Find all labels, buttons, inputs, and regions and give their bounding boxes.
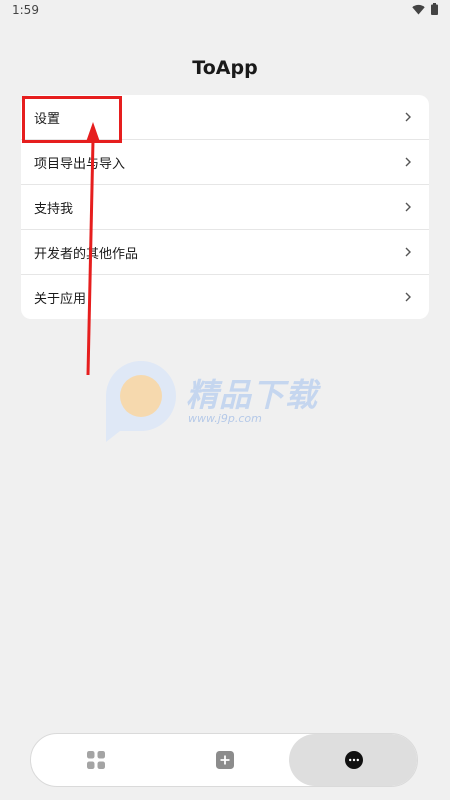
menu-item-label: 关于应用 [34, 291, 87, 307]
watermark: 精品下载 www.j9p.com [96, 356, 366, 446]
tab-more[interactable] [289, 734, 417, 786]
menu-item-support-me[interactable]: 支持我 [21, 184, 429, 229]
chevron-right-icon [405, 112, 411, 122]
menu-item-project-export-import[interactable]: 项目导出与导入 [21, 139, 429, 184]
watermark-logo-icon [106, 361, 176, 442]
chevron-right-icon [405, 202, 411, 212]
page-title: ToApp [192, 57, 258, 79]
grid-icon [86, 751, 105, 769]
plus-square-icon [215, 751, 234, 769]
settings-menu: 设置 项目导出与导入 支持我 开发者的其他作品 关于应用 [21, 95, 429, 319]
menu-item-label: 开发者的其他作品 [34, 246, 139, 262]
tab-home[interactable] [31, 734, 160, 786]
status-time: 1:59 [12, 3, 39, 17]
more-dots-icon [344, 751, 363, 769]
chevron-right-icon [405, 292, 411, 302]
menu-item-label: 设置 [34, 111, 61, 127]
menu-item-about-app[interactable]: 关于应用 [21, 274, 429, 319]
watermark-url: www.j9p.com [188, 412, 262, 425]
chevron-right-icon [405, 247, 411, 257]
battery-icon [431, 3, 438, 15]
status-bar: 1:59 [0, 0, 450, 24]
status-icons [412, 3, 438, 15]
menu-item-label: 项目导出与导入 [34, 156, 126, 172]
tab-create[interactable] [160, 734, 289, 786]
menu-item-label: 支持我 [34, 201, 74, 217]
menu-item-developer-other-works[interactable]: 开发者的其他作品 [21, 229, 429, 274]
chevron-right-icon [405, 157, 411, 167]
bottom-nav [30, 733, 418, 787]
watermark-text: 精品下载 [186, 376, 319, 414]
wifi-icon [412, 4, 425, 15]
menu-item-settings[interactable]: 设置 [21, 95, 429, 139]
